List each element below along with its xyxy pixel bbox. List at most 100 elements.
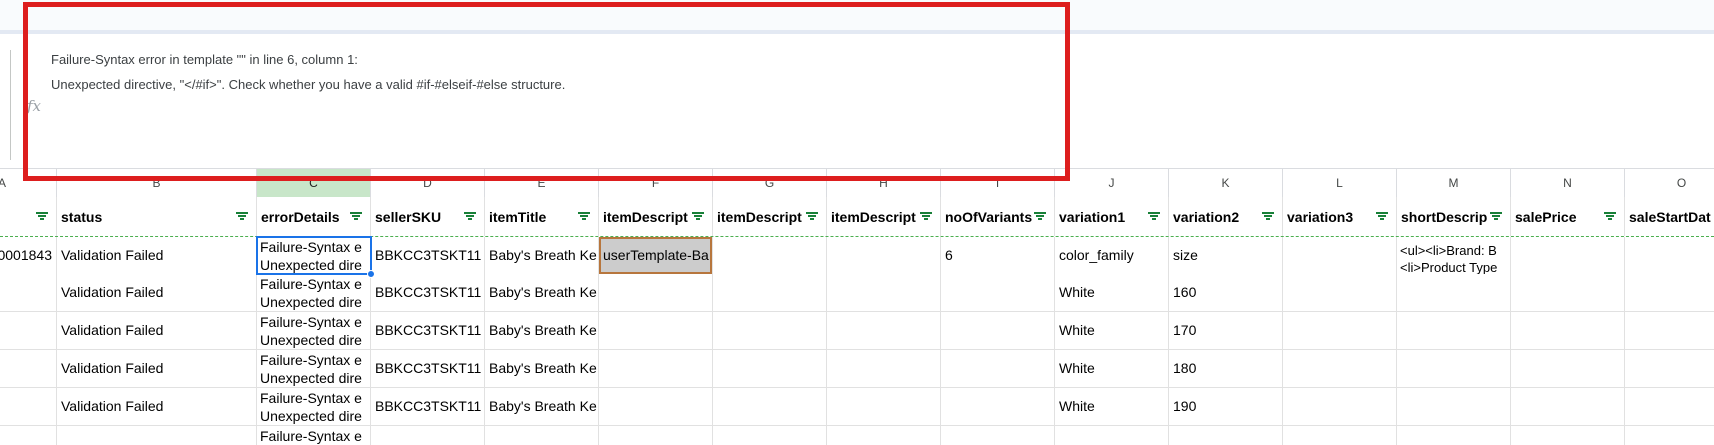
header-cell-i[interactable]: noOfVariants: [941, 197, 1055, 236]
column-letter-g[interactable]: G: [713, 169, 827, 197]
header-cell-j[interactable]: variation1: [1055, 197, 1169, 236]
filter-icon[interactable]: [236, 210, 248, 222]
table-cell-g[interactable]: [713, 350, 827, 388]
table-cell-l[interactable]: [1283, 237, 1397, 275]
filter-icon[interactable]: [806, 210, 818, 222]
table-cell-c[interactable]: Failure-Syntax e Unexpected dire: [257, 274, 371, 312]
table-cell-i[interactable]: [941, 388, 1055, 426]
table-cell-g[interactable]: [713, 388, 827, 426]
column-letter-e[interactable]: E: [485, 169, 599, 197]
filter-icon[interactable]: [464, 210, 476, 222]
table-cell-k[interactable]: size: [1169, 237, 1283, 275]
table-cell-o[interactable]: [1625, 274, 1714, 312]
filter-icon[interactable]: [1034, 210, 1046, 222]
table-cell-a[interactable]: [0, 274, 57, 312]
table-cell-c[interactable]: Failure-Syntax e: [257, 426, 371, 445]
column-letter-b[interactable]: B: [57, 169, 257, 197]
table-cell-b[interactable]: Validation Failed: [57, 388, 257, 426]
filter-icon[interactable]: [692, 210, 704, 222]
table-cell-m[interactable]: [1397, 426, 1511, 445]
table-cell-h[interactable]: [827, 426, 941, 445]
table-cell-n[interactable]: [1511, 426, 1625, 445]
column-letter-j[interactable]: J: [1055, 169, 1169, 197]
filter-icon[interactable]: [1148, 210, 1160, 222]
header-cell-e[interactable]: itemTitle: [485, 197, 599, 236]
table-cell-k[interactable]: 180: [1169, 350, 1283, 388]
table-cell-g[interactable]: [713, 237, 827, 275]
table-cell-n[interactable]: [1511, 388, 1625, 426]
table-cell-m[interactable]: [1397, 312, 1511, 350]
table-cell-k[interactable]: 160: [1169, 274, 1283, 312]
table-cell-c[interactable]: Failure-Syntax e Unexpected dire: [257, 237, 371, 275]
table-cell-j[interactable]: White: [1055, 312, 1169, 350]
column-letter-i[interactable]: I: [941, 169, 1055, 197]
table-cell-a[interactable]: [0, 350, 57, 388]
formula-text-line-2[interactable]: Unexpected directive, "</#if>". Check wh…: [51, 77, 565, 92]
column-letter-d[interactable]: D: [371, 169, 485, 197]
table-cell-e[interactable]: Baby's Breath Ke: [485, 350, 599, 388]
table-cell-f[interactable]: [599, 312, 713, 350]
table-cell-b[interactable]: Validation Failed: [57, 312, 257, 350]
table-cell-i[interactable]: [941, 350, 1055, 388]
table-cell-n[interactable]: [1511, 237, 1625, 275]
table-cell-d[interactable]: BBKCC3TSKT11: [371, 388, 485, 426]
table-cell-m[interactable]: [1397, 388, 1511, 426]
header-cell-c[interactable]: errorDetails: [257, 197, 371, 236]
table-cell-b[interactable]: Validation Failed: [57, 274, 257, 312]
header-cell-l[interactable]: variation3: [1283, 197, 1397, 236]
table-cell-j[interactable]: color_family: [1055, 237, 1169, 275]
table-cell-j[interactable]: White: [1055, 274, 1169, 312]
table-cell-j[interactable]: [1055, 426, 1169, 445]
table-cell-g[interactable]: [713, 312, 827, 350]
table-cell-o[interactable]: [1625, 388, 1714, 426]
table-cell-c[interactable]: Failure-Syntax e Unexpected dire: [257, 350, 371, 388]
table-cell-c[interactable]: Failure-Syntax e Unexpected dire: [257, 312, 371, 350]
table-cell-d[interactable]: BBKCC3TSKT11: [371, 237, 485, 275]
header-cell-h[interactable]: itemDescript: [827, 197, 941, 236]
table-cell-n[interactable]: [1511, 274, 1625, 312]
column-letter-f[interactable]: F: [599, 169, 713, 197]
table-cell-d[interactable]: BBKCC3TSKT11: [371, 312, 485, 350]
table-cell-b[interactable]: Validation Failed: [57, 237, 257, 275]
table-cell-f[interactable]: userTemplate-Ba: [599, 237, 713, 275]
table-cell-i[interactable]: [941, 312, 1055, 350]
table-cell-a[interactable]: [0, 312, 57, 350]
table-cell-h[interactable]: [827, 388, 941, 426]
table-cell-h[interactable]: [827, 237, 941, 275]
filter-icon[interactable]: [36, 210, 48, 222]
filter-icon[interactable]: [1262, 210, 1274, 222]
table-cell-e[interactable]: Baby's Breath Ke: [485, 312, 599, 350]
fill-handle[interactable]: [367, 270, 375, 278]
table-cell-l[interactable]: [1283, 312, 1397, 350]
column-letter-h[interactable]: H: [827, 169, 941, 197]
table-cell-k[interactable]: [1169, 426, 1283, 445]
table-cell-h[interactable]: [827, 274, 941, 312]
table-cell-g[interactable]: [713, 426, 827, 445]
table-cell-b[interactable]: [57, 426, 257, 445]
header-cell-o[interactable]: saleStartDat: [1625, 197, 1714, 236]
header-cell-a[interactable]: [0, 197, 57, 236]
table-cell-a[interactable]: [0, 426, 57, 445]
filter-icon[interactable]: [1490, 210, 1502, 222]
table-cell-g[interactable]: [713, 274, 827, 312]
table-cell-e[interactable]: Baby's Breath Ke: [485, 388, 599, 426]
table-cell-e[interactable]: Baby's Breath Ke: [485, 237, 599, 275]
table-cell-j[interactable]: White: [1055, 350, 1169, 388]
column-letter-k[interactable]: K: [1169, 169, 1283, 197]
table-cell-l[interactable]: [1283, 350, 1397, 388]
filter-icon[interactable]: [350, 210, 362, 222]
table-cell-f[interactable]: [599, 388, 713, 426]
header-cell-d[interactable]: sellerSKU: [371, 197, 485, 236]
table-cell-d[interactable]: BBKCC3TSKT11: [371, 350, 485, 388]
formula-text-line-1[interactable]: Failure-Syntax error in template "" in l…: [51, 52, 358, 67]
table-cell-m[interactable]: [1397, 350, 1511, 388]
table-cell-c[interactable]: Failure-Syntax e Unexpected dire: [257, 388, 371, 426]
column-letter-l[interactable]: L: [1283, 169, 1397, 197]
table-cell-n[interactable]: [1511, 350, 1625, 388]
table-cell-o[interactable]: [1625, 237, 1714, 275]
table-cell-k[interactable]: 190: [1169, 388, 1283, 426]
header-cell-f[interactable]: itemDescript: [599, 197, 713, 236]
filter-icon[interactable]: [1376, 210, 1388, 222]
filter-icon[interactable]: [1604, 210, 1616, 222]
column-letter-c[interactable]: C: [257, 169, 371, 197]
